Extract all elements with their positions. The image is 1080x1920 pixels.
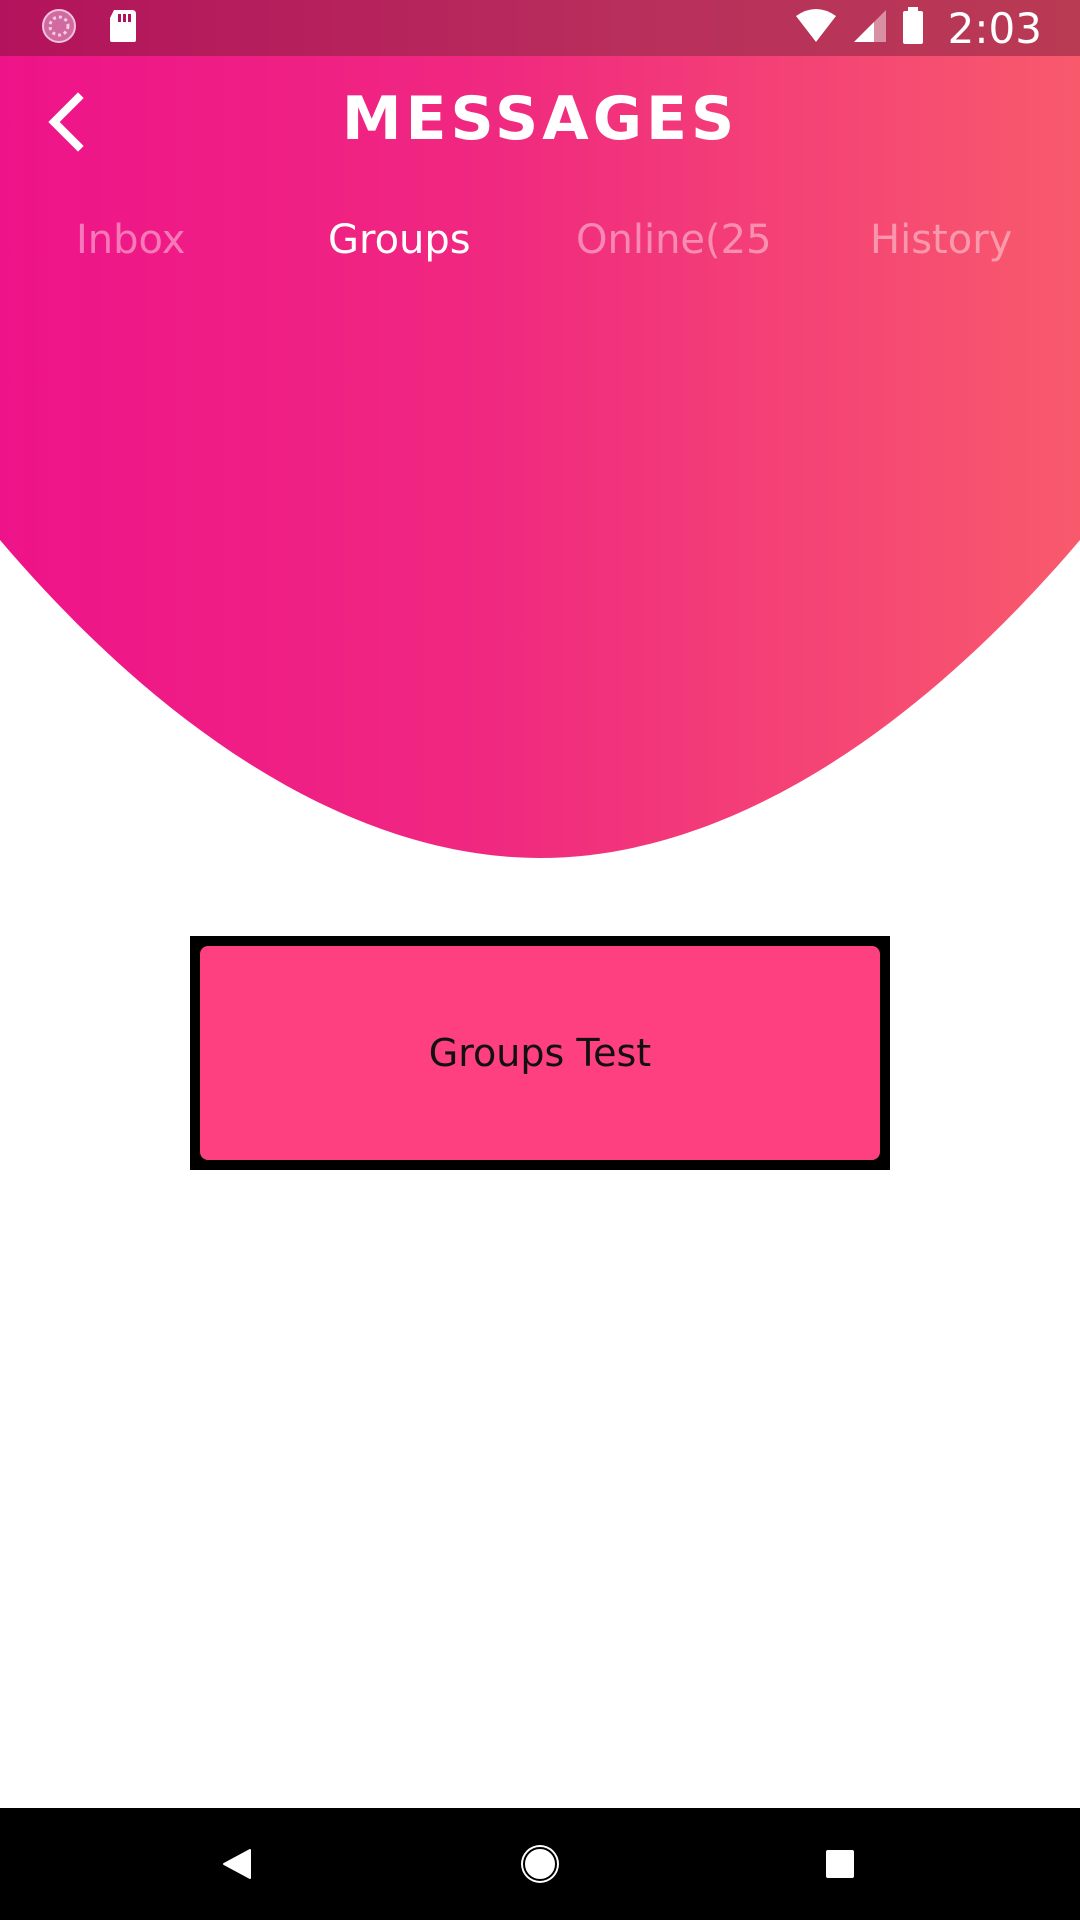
tab-bar: Inbox Groups Online(25 History [0,210,1080,270]
back-triangle-icon [223,1849,251,1879]
status-right-icons: 2:03 [794,0,1042,56]
group-card-body: Groups Test [200,946,880,1160]
sync-icon [40,7,78,49]
tab-history[interactable]: History [870,210,1040,270]
page-title: MESSAGES [341,84,739,154]
status-time: 2:03 [947,3,1042,53]
group-name: Groups Test [428,1031,652,1075]
status-left-icons [40,0,138,56]
group-card[interactable]: Groups Test [190,936,890,1170]
wifi-icon [794,8,838,48]
nav-recents-button[interactable] [812,1836,868,1892]
home-circle-icon [521,1845,559,1883]
nav-back-button[interactable] [210,1836,266,1892]
nav-home-button[interactable] [512,1836,568,1892]
navigation-bar [0,1808,1080,1920]
tab-online[interactable]: Online(25 [576,210,772,270]
tab-inbox[interactable]: Inbox [76,210,206,270]
status-bar: 2:03 [0,0,1080,56]
sd-card-icon [108,8,138,48]
battery-icon [902,7,924,49]
signal-icon [852,8,888,48]
recents-square-icon [826,1850,854,1878]
tab-groups[interactable]: Groups [328,210,488,270]
